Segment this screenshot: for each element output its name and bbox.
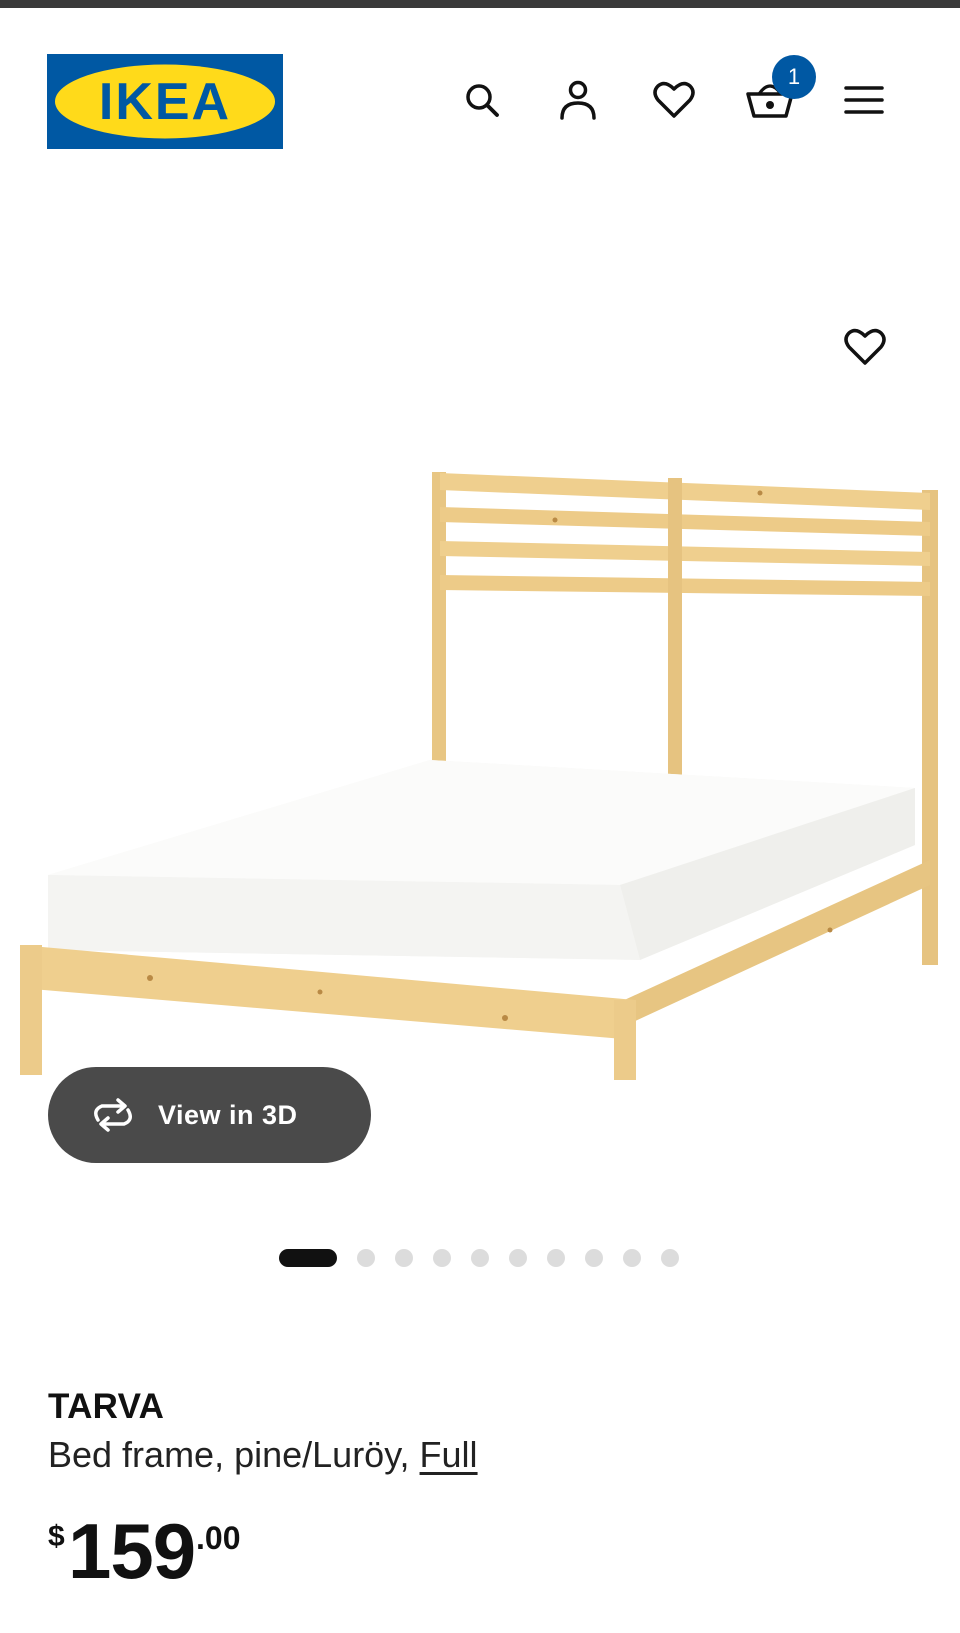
carousel-dot[interactable] bbox=[547, 1249, 565, 1267]
search-button[interactable] bbox=[456, 74, 508, 126]
add-to-favourites-button[interactable] bbox=[840, 322, 890, 372]
carousel-dot[interactable] bbox=[395, 1249, 413, 1267]
logo-text: IKEA bbox=[99, 73, 231, 131]
ikea-logo[interactable]: IKEA ® bbox=[47, 54, 283, 149]
status-bar bbox=[0, 0, 960, 8]
bed-frame-image bbox=[20, 472, 938, 1148]
product-size-link[interactable]: Full bbox=[420, 1434, 478, 1475]
svg-text:®: ® bbox=[261, 77, 268, 87]
search-icon bbox=[466, 84, 499, 117]
rotate-3d-icon bbox=[88, 1097, 140, 1133]
menu-button[interactable] bbox=[838, 74, 890, 126]
product-name: TARVA bbox=[48, 1387, 165, 1426]
carousel-dot[interactable] bbox=[585, 1249, 603, 1267]
heart-icon bbox=[844, 328, 886, 365]
account-button[interactable] bbox=[552, 74, 604, 126]
view-in-3d-button[interactable]: View in 3D bbox=[48, 1067, 371, 1163]
carousel-dot[interactable] bbox=[433, 1249, 451, 1267]
cart-count-badge: 1 bbox=[772, 55, 816, 99]
carousel-dot[interactable] bbox=[661, 1249, 679, 1267]
account-icon bbox=[560, 80, 596, 120]
product-description: Bed frame, pine/Luröy, Full bbox=[48, 1434, 478, 1476]
price-decimal: .00 bbox=[196, 1520, 241, 1556]
view-in-3d-label: View in 3D bbox=[158, 1099, 298, 1130]
heart-icon bbox=[653, 81, 695, 118]
favourites-button[interactable] bbox=[648, 74, 700, 126]
carousel-pagination bbox=[279, 1248, 699, 1268]
carousel-dot[interactable] bbox=[357, 1249, 375, 1267]
carousel-dot[interactable] bbox=[471, 1249, 489, 1267]
price-integer: 159 bbox=[68, 1507, 196, 1595]
carousel-dot[interactable] bbox=[509, 1249, 527, 1267]
carousel-dot-active[interactable] bbox=[279, 1249, 337, 1267]
product-image[interactable] bbox=[0, 160, 960, 1148]
price-currency: $ bbox=[48, 1520, 65, 1553]
menu-icon bbox=[844, 86, 884, 114]
carousel-dot[interactable] bbox=[623, 1249, 641, 1267]
product-description-text: Bed frame, pine/Luröy, bbox=[48, 1434, 410, 1475]
